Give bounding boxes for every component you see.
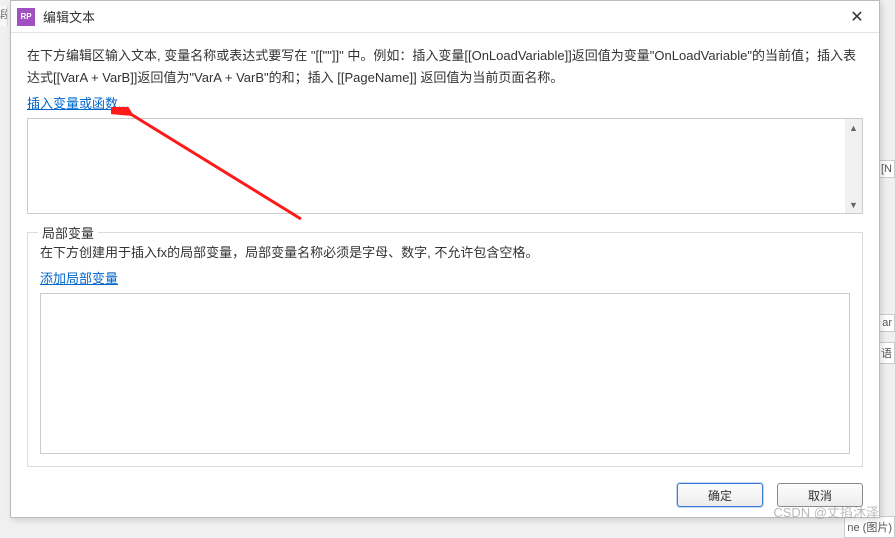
titlebar: RP 编辑文本 ✕ bbox=[11, 1, 879, 33]
local-variables-list[interactable] bbox=[40, 293, 850, 454]
scroll-down-icon[interactable]: ▼ bbox=[845, 196, 862, 213]
background-fragment-r1: [N bbox=[878, 160, 895, 178]
edit-text-dialog: RP 编辑文本 ✕ 在下方编辑区输入文本, 变量名称或表达式要写在 "[[""]… bbox=[10, 0, 880, 518]
window-title: 编辑文本 bbox=[43, 7, 835, 26]
local-variables-fieldset: 局部变量 在下方创建用于插入fx的局部变量，局部变量名称必须是字母、数字, 不允… bbox=[27, 232, 863, 467]
dialog-buttons: 确定 取消 bbox=[11, 475, 879, 517]
close-icon: ✕ bbox=[850, 7, 863, 27]
insert-variable-link[interactable]: 插入变量或函数... bbox=[27, 96, 129, 111]
background-fragment-r3: 语 bbox=[878, 342, 895, 364]
close-button[interactable]: ✕ bbox=[835, 2, 879, 32]
background-fragment-r4: ne (图片) bbox=[844, 516, 895, 538]
background-fragment-r2: ar bbox=[879, 314, 895, 332]
ok-button[interactable]: 确定 bbox=[677, 483, 763, 507]
local-variables-legend: 局部变量 bbox=[38, 223, 98, 242]
background-fragment-left: 段 bbox=[0, 6, 8, 26]
scroll-up-icon[interactable]: ▲ bbox=[845, 119, 862, 136]
cancel-button[interactable]: 取消 bbox=[777, 483, 863, 507]
scrollbar[interactable]: ▲ ▼ bbox=[845, 119, 862, 213]
local-variables-desc: 在下方创建用于插入fx的局部变量，局部变量名称必须是字母、数字, 不允许包含空格… bbox=[40, 243, 850, 264]
description-text: 在下方编辑区输入文本, 变量名称或表达式要写在 "[[""]]" 中。例如：插入… bbox=[27, 45, 863, 89]
dialog-content: 在下方编辑区输入文本, 变量名称或表达式要写在 "[[""]]" 中。例如：插入… bbox=[11, 33, 879, 475]
app-icon: RP bbox=[17, 8, 35, 26]
expression-textarea[interactable]: ▲ ▼ bbox=[27, 118, 863, 214]
add-local-variable-link[interactable]: 添加局部变量 bbox=[40, 268, 850, 287]
